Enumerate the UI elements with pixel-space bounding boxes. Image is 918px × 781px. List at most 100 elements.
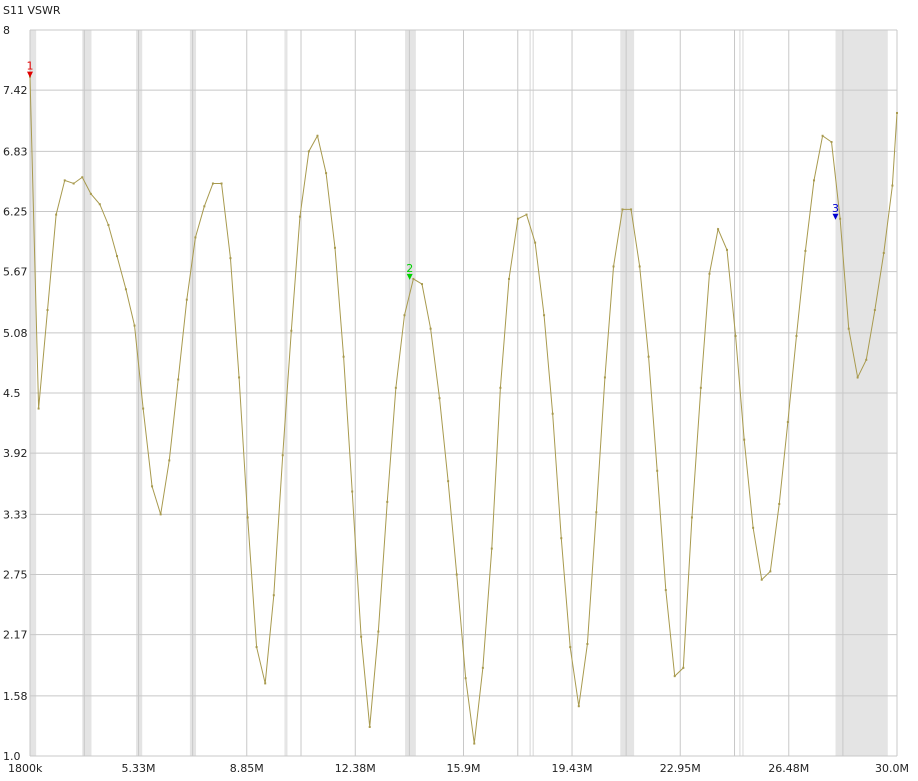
data-point [630, 208, 633, 211]
data-point [873, 309, 876, 312]
data-point [89, 192, 92, 195]
y-tick-label: 7.42 [3, 84, 28, 97]
data-point [246, 516, 249, 519]
data-point [412, 277, 415, 280]
y-tick-label: 2.17 [3, 629, 28, 642]
data-point [394, 386, 397, 389]
data-point [368, 725, 371, 728]
data-point [63, 179, 66, 182]
data-point [420, 283, 423, 286]
data-point [525, 213, 528, 216]
data-point [516, 217, 519, 220]
data-point [203, 205, 206, 208]
data-point [116, 255, 119, 258]
data-point [725, 248, 728, 251]
data-point [360, 635, 363, 638]
marker-3-label: 3 [832, 202, 839, 215]
data-point [778, 502, 781, 505]
x-tick-label: 15.9M [447, 762, 481, 775]
data-point [577, 705, 580, 708]
data-point [543, 314, 546, 317]
data-point [325, 172, 328, 175]
data-point [481, 666, 484, 669]
y-tick-label: 4.5 [3, 387, 21, 400]
x-tick-label: 19.43M [552, 762, 593, 775]
data-point [316, 134, 319, 137]
data-point [37, 407, 40, 410]
x-tick-label: 8.85M [230, 762, 264, 775]
data-point [664, 589, 667, 592]
marker-2-label: 2 [406, 262, 413, 275]
data-point [133, 324, 136, 327]
data-point [638, 265, 641, 268]
data-point [743, 438, 746, 441]
y-tick-label: 6.25 [3, 206, 28, 219]
vswr-chart: 8 7.42 6.83 6.25 5.67 5.08 4.5 3.92 3.33 2.75 2.17… [3, 24, 909, 775]
data-point [107, 223, 110, 226]
x-tick-label: 30.0M [875, 762, 909, 775]
data-point [290, 329, 293, 332]
data-point [264, 682, 267, 685]
data-point [281, 454, 284, 457]
data-point [220, 182, 223, 185]
data-point [560, 537, 563, 540]
data-point [682, 666, 685, 669]
data-point [656, 469, 659, 472]
y-tick-label: 1.58 [3, 690, 28, 703]
x-tick-label: 22.95M [660, 762, 701, 775]
data-point [386, 500, 389, 503]
data-point [804, 249, 807, 252]
data-point [760, 578, 763, 581]
data-point [812, 179, 815, 182]
data-point [647, 355, 650, 358]
data-point [795, 334, 798, 337]
data-point [856, 376, 859, 379]
data-point [211, 182, 214, 185]
data-point [621, 208, 624, 211]
marker-1-label: 1 [27, 60, 34, 73]
data-point [673, 675, 676, 678]
y-tick-label: 3.33 [3, 508, 28, 521]
data-point [473, 742, 476, 745]
data-point [72, 182, 75, 185]
data-point [708, 272, 711, 275]
data-point [830, 141, 833, 144]
data-point [168, 459, 171, 462]
chart-root: S11 VSWR 8 7.42 6.83 6.25 5.67 5.08 4.5 3.92 3.3… [0, 0, 918, 777]
data-point [272, 594, 275, 597]
x-tick-label: 12.38M [335, 762, 376, 775]
data-point [752, 526, 755, 529]
data-point [551, 412, 554, 415]
data-point [499, 386, 502, 389]
y-tick-label: 5.67 [3, 266, 28, 279]
data-point [464, 677, 467, 680]
data-point [603, 376, 606, 379]
data-point [351, 490, 354, 493]
data-point [769, 570, 772, 573]
data-point [839, 217, 842, 220]
data-point [821, 134, 824, 137]
data-point [177, 378, 180, 381]
data-point [734, 334, 737, 337]
data-point [151, 485, 154, 488]
data-point [847, 327, 850, 330]
data-point [717, 228, 720, 231]
data-point [185, 298, 188, 301]
data-point [46, 309, 49, 312]
y-tick-label: 5.08 [3, 327, 28, 340]
data-point [534, 241, 537, 244]
data-point [882, 251, 885, 254]
data-point [307, 150, 310, 153]
data-point [98, 203, 101, 206]
data-point [377, 630, 380, 633]
data-point [586, 642, 589, 645]
data-point [429, 327, 432, 330]
data-point [595, 511, 598, 514]
data-point [612, 265, 615, 268]
data-point [455, 573, 458, 576]
data-point [81, 176, 84, 179]
data-point [55, 213, 58, 216]
data-point [569, 646, 572, 649]
y-tick-label: 3.92 [3, 447, 28, 460]
data-point [896, 111, 898, 114]
